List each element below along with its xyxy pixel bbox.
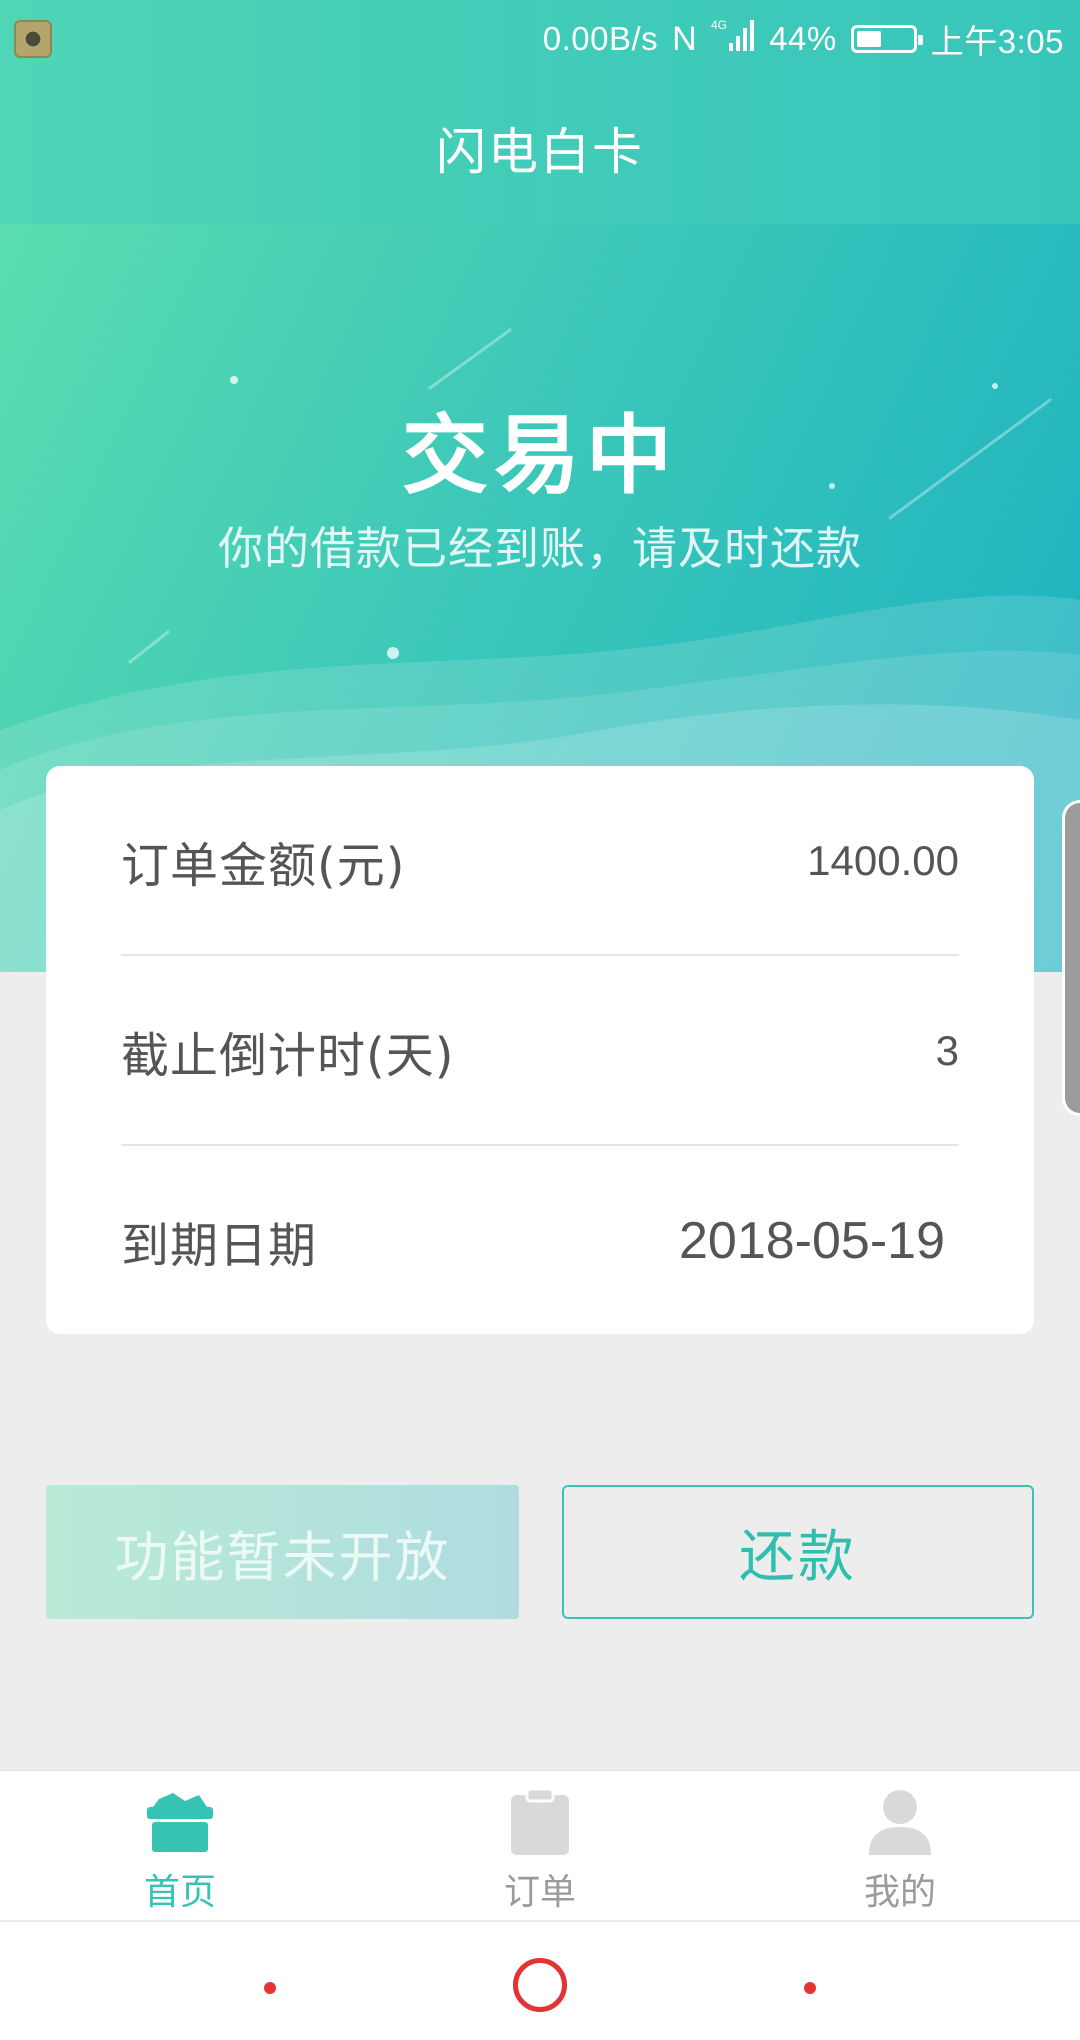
side-drawer-handle[interactable] bbox=[1062, 800, 1080, 1116]
battery-percent: 44% bbox=[769, 20, 837, 57]
nav-recents-button[interactable] bbox=[804, 1982, 816, 1994]
loan-detail-card: 订单金额(元) 1400.00 截止倒计时(天) 3 到期日期 2018-05-… bbox=[46, 766, 1034, 1334]
repay-button[interactable]: 还款 bbox=[562, 1485, 1034, 1619]
tab-profile[interactable]: 我的 bbox=[720, 1771, 1080, 1920]
status-bar: 0.00B/s N 4G 44% 上午3:05 bbox=[0, 0, 1080, 78]
order-amount-row: 订单金额(元) 1400.00 bbox=[121, 766, 959, 956]
bottom-tab-bar: 首页 订单 我的 bbox=[0, 1770, 1080, 1920]
network-speed: 0.00B/s bbox=[542, 20, 659, 57]
tab-home-label: 首页 bbox=[143, 1872, 216, 1913]
tab-orders-label: 订单 bbox=[503, 1872, 576, 1913]
clock: 上午3:05 bbox=[930, 23, 1064, 60]
due-date-row: 到期日期 2018-05-19 bbox=[121, 1146, 959, 1336]
due-date-label: 到期日期 bbox=[121, 1218, 318, 1274]
nav-home-button[interactable] bbox=[513, 1958, 567, 2012]
order-amount-label: 订单金额(元) bbox=[121, 838, 406, 894]
due-date-value: 2018-05-19 bbox=[679, 1212, 945, 1270]
system-navigation-bar bbox=[0, 1921, 1080, 2040]
signal-icon: 4G bbox=[711, 17, 755, 61]
tab-home[interactable]: 首页 bbox=[0, 1771, 360, 1920]
home-gift-icon bbox=[145, 1789, 215, 1855]
battery-level bbox=[856, 31, 881, 47]
network-type: 4G bbox=[711, 18, 727, 32]
tab-orders[interactable]: 订单 bbox=[360, 1771, 720, 1920]
nfc-icon: N bbox=[672, 19, 698, 58]
battery-icon bbox=[850, 25, 923, 53]
tab-profile-label: 我的 bbox=[863, 1872, 936, 1913]
countdown-label: 截止倒计时(天) bbox=[121, 1028, 455, 1084]
person-icon bbox=[865, 1789, 935, 1855]
page-title: 闪电白卡 bbox=[436, 123, 644, 181]
nav-back-button[interactable] bbox=[264, 1982, 276, 1994]
order-amount-value: 1400.00 bbox=[807, 837, 959, 884]
countdown-value: 3 bbox=[935, 1027, 959, 1074]
notification-app-icon bbox=[14, 20, 52, 58]
clipboard-icon bbox=[505, 1787, 575, 1855]
unavailable-feature-button[interactable]: 功能暂未开放 bbox=[46, 1485, 519, 1619]
status-message: 你的借款已经到账，请及时还款 bbox=[217, 522, 862, 575]
transaction-status: 交易中 bbox=[402, 406, 678, 506]
countdown-row: 截止倒计时(天) 3 bbox=[121, 956, 959, 1146]
